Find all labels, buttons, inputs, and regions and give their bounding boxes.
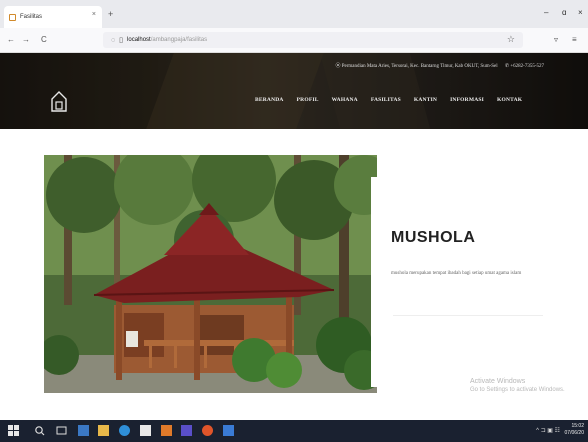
- browser-tab[interactable]: Fasilitas ×: [4, 6, 102, 28]
- house-logo-icon[interactable]: [50, 90, 68, 112]
- menu-item-fasilitas[interactable]: FASILITAS: [371, 97, 401, 103]
- back-button[interactable]: ←: [7, 35, 15, 44]
- page-icon: ▯: [119, 37, 124, 44]
- menu-item-kontak[interactable]: KONTAK: [497, 97, 522, 103]
- store-icon[interactable]: [140, 425, 151, 436]
- clock-time: 15:02: [571, 423, 584, 429]
- main-content: MUSHOLA mushola merupakan tempat ibadah …: [0, 129, 588, 394]
- contact-address: Permandian Mata Aries, Tersorai, Kec. Ba…: [341, 64, 498, 69]
- new-tab-button[interactable]: +: [108, 9, 113, 19]
- minimize-button[interactable]: –: [544, 8, 548, 17]
- forward-button[interactable]: →: [22, 35, 30, 44]
- url-host: localhost: [127, 37, 151, 43]
- facility-description: mushola merupakan tempat ibadah bagi set…: [391, 271, 522, 276]
- facility-card: MUSHOLA mushola merupakan tempat ibadah …: [371, 177, 567, 387]
- menu-item-wahana[interactable]: WAHANA: [332, 97, 358, 103]
- facility-title: MUSHOLA: [391, 229, 476, 246]
- menu-icon[interactable]: ≡: [572, 35, 577, 44]
- browser-tab-bar: Fasilitas × + – ɑ ×: [0, 0, 588, 28]
- watermark-line1: Activate Windows: [470, 378, 526, 385]
- taskbar-clock[interactable]: 15:02 07/06/20: [565, 423, 584, 437]
- activate-windows-watermark: Activate Windows Go to Settings to activ…: [470, 377, 565, 395]
- pocket-icon[interactable]: ▿: [554, 35, 558, 44]
- address-bar[interactable]: ◌ ▯ localhost/ambangpaja/fasilitas ☆: [103, 32, 523, 48]
- location-pin-icon: ⦿: [335, 64, 341, 69]
- task-view-icon[interactable]: [56, 425, 67, 436]
- browser-nav-bar: ← → C ◌ ▯ localhost/ambangpaja/fasilitas…: [0, 28, 588, 53]
- url-path: /ambangpaja/fasilitas: [150, 37, 208, 43]
- reload-button[interactable]: C: [41, 35, 47, 44]
- search-icon[interactable]: [34, 425, 45, 436]
- windows-start-icon[interactable]: [8, 425, 19, 436]
- xampp-icon[interactable]: [161, 425, 172, 436]
- edge-icon[interactable]: [119, 425, 130, 436]
- tab-title: Fasilitas: [20, 14, 43, 20]
- maximize-button[interactable]: ɑ: [562, 8, 566, 17]
- app-icon[interactable]: [223, 425, 234, 436]
- mushola-photo: [44, 155, 377, 393]
- clock-date: 07/06/20: [564, 430, 584, 436]
- contact-phone: +6282-7355-527: [510, 64, 544, 69]
- system-tray[interactable]: ^ ⊐ ▣ ☷: [536, 427, 560, 434]
- header-contact: ⦿ Permandian Mata Aries, Tersorai, Kec. …: [335, 62, 544, 69]
- divider: [393, 315, 543, 316]
- file-explorer-icon[interactable]: [78, 425, 89, 436]
- windows-taskbar: ^ ⊐ ▣ ☷ 15:02 07/06/20: [0, 420, 588, 442]
- menu-item-informasi[interactable]: INFORMASI: [450, 97, 484, 103]
- app-icon[interactable]: [181, 425, 192, 436]
- menu-item-kantin[interactable]: KANTIN: [414, 97, 437, 103]
- firefox-icon[interactable]: [202, 425, 213, 436]
- menu-item-profil[interactable]: PROFIL: [297, 97, 319, 103]
- menu-item-beranda[interactable]: BERANDA: [255, 97, 284, 103]
- shield-icon: ◌: [111, 36, 116, 44]
- page-favicon-icon: [9, 13, 16, 21]
- main-menu: BERANDA PROFIL WAHANA FASILITAS KANTIN I…: [255, 97, 522, 103]
- star-icon[interactable]: ☆: [507, 34, 515, 45]
- close-window-button[interactable]: ×: [578, 8, 583, 17]
- folder-icon[interactable]: [98, 425, 109, 436]
- site-header: ⦿ Permandian Mata Aries, Tersorai, Kec. …: [0, 53, 588, 129]
- watermark-line2: Go to Settings to activate Windows.: [470, 387, 565, 393]
- close-tab-icon[interactable]: ×: [92, 11, 96, 18]
- phone-icon: ✆: [504, 64, 510, 69]
